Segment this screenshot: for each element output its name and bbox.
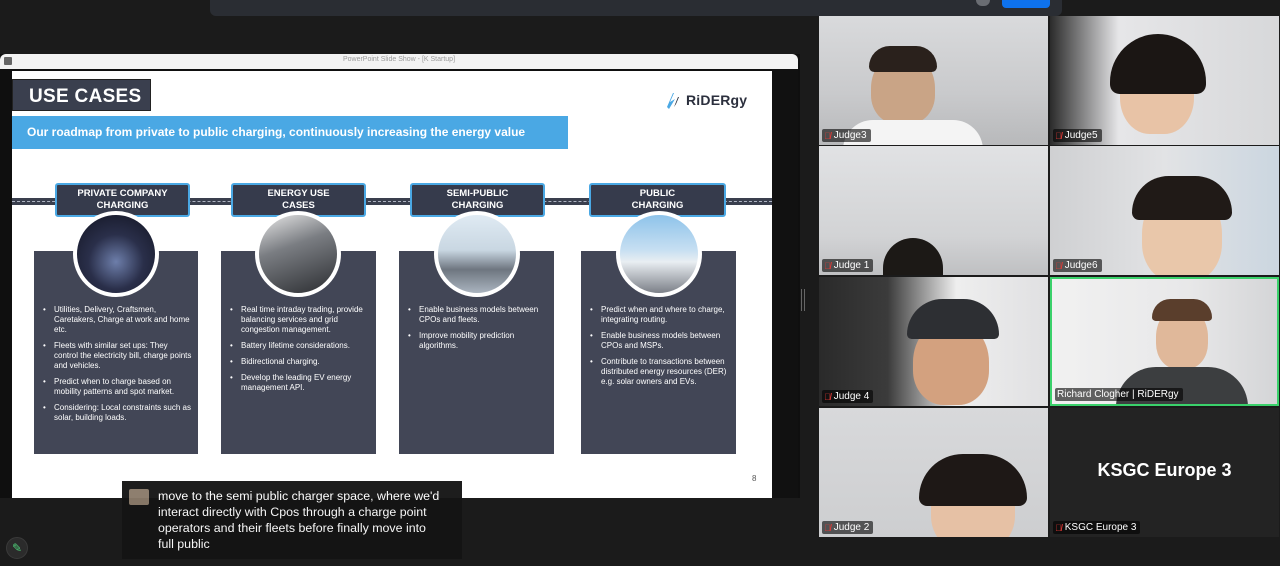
participant-name: 🎙̸ Judge 1 xyxy=(822,259,874,272)
participant-name-text: KSGC Europe 3 xyxy=(1064,522,1137,533)
participant-tile-judge3[interactable]: 🎙̸ Judge3 xyxy=(819,16,1048,145)
participant-tile-judge1[interactable]: 🎙̸ Judge 1 xyxy=(819,146,1048,275)
caption-line: interact directly with Cpos through a ch… xyxy=(158,505,427,519)
mic-muted-icon: 🎙̸ xyxy=(824,260,831,271)
presentation-slide: USE CASES RiDERgy Our roadmap from priva… xyxy=(12,71,772,498)
stage-label-line1: PRIVATE COMPANY xyxy=(77,188,168,199)
bullet: Develop the leading EV energy management… xyxy=(229,373,370,393)
shared-screen-margin xyxy=(772,69,798,498)
parking-lot-photo xyxy=(434,211,520,297)
stage-label-line1: ENERGY USE xyxy=(267,188,330,199)
participant-name: 🎙̸ Judge3 xyxy=(822,129,871,142)
meeting-window: PowerPoint Slide Show - [K Startup] USE … xyxy=(0,0,1280,566)
participant-name: 🎙̸ Judge 4 xyxy=(822,390,874,403)
shared-window-title: PowerPoint Slide Show - [K Startup] xyxy=(342,56,456,63)
bullet: Battery lifetime considerations. xyxy=(229,341,370,351)
power-grid-photo xyxy=(255,211,341,297)
video-off-display-name: KSGC Europe 3 xyxy=(1097,460,1232,480)
participant-tile-judge5[interactable]: 🎙̸ Judge5 xyxy=(1050,16,1279,145)
participant-name: Richard Clogher | RiDERgy xyxy=(1055,388,1183,401)
participant-name: 🎙̸ Judge6 xyxy=(1053,259,1102,272)
bullet: Considering: Local constraints such as s… xyxy=(42,403,192,423)
participant-name: 🎙̸ Judge5 xyxy=(1053,129,1102,142)
participant-hair xyxy=(1152,299,1212,321)
bullet: Improve mobility prediction algorithms. xyxy=(407,331,548,351)
mic-muted-icon: 🎙̸ xyxy=(1055,522,1062,533)
stage-label-line1: SEMI-PUBLIC xyxy=(446,188,509,199)
stage-label-line2: CHARGING xyxy=(96,200,149,211)
ridergy-logo-icon xyxy=(667,93,679,109)
stage-label-line2: CHARGING xyxy=(631,200,684,211)
participant-tile-ksgc-europe-3[interactable]: KSGC Europe 3 🎙̸ KSGC Europe 3 xyxy=(1050,408,1279,537)
splitter-handle[interactable] xyxy=(801,289,805,311)
toolbar-action-button[interactable] xyxy=(1002,0,1050,8)
participant-hair xyxy=(869,46,937,72)
bullet: Fleets with similar set ups: They contro… xyxy=(42,341,192,371)
caption-line: operators and their fleets before finall… xyxy=(158,521,426,535)
bullet: Predict when to charge based on mobility… xyxy=(42,377,192,397)
van-photo xyxy=(73,211,159,297)
slide-title: USE CASES xyxy=(29,86,142,107)
slide-title-box: USE CASES xyxy=(12,79,151,111)
participant-name-text: Judge 4 xyxy=(833,391,870,402)
stage-label-line2: CHARGING xyxy=(451,200,504,211)
participant-name-text: Richard Clogher | RiDERgy xyxy=(1057,389,1179,400)
roadmap-banner: Our roadmap from private to public charg… xyxy=(12,116,568,149)
mic-muted-icon: 🎙̸ xyxy=(824,522,831,533)
mic-muted-icon: 🎙̸ xyxy=(824,130,831,141)
participant-name-text: Judge 1 xyxy=(833,260,870,271)
shared-window-titlebar: PowerPoint Slide Show - [K Startup] xyxy=(0,54,798,69)
bullet: Bidirectional charging. xyxy=(229,357,370,367)
pencil-icon[interactable]: ✎ xyxy=(6,537,28,559)
participant-name-text: Judge6 xyxy=(1064,260,1098,271)
participant-tile-judge6[interactable]: 🎙̸ Judge6 xyxy=(1050,146,1279,275)
participant-name: 🎙̸ KSGC Europe 3 xyxy=(1053,521,1141,534)
bullet: Predict when and where to charge, integr… xyxy=(589,305,730,325)
bullet: Utilities, Delivery, Craftsmen, Caretake… xyxy=(42,305,192,335)
bullet: Contribute to transactions between distr… xyxy=(589,357,730,387)
bullet: Real time intraday trading, provide bala… xyxy=(229,305,370,335)
caption-line: move to the semi public charger space, w… xyxy=(158,489,440,503)
participant-tile-judge4[interactable]: 🎙̸ Judge 4 xyxy=(819,277,1048,406)
live-caption: move to the semi public charger space, w… xyxy=(122,481,462,559)
logo-text: RiDERgy xyxy=(686,92,748,108)
participant-name-text: Judge 2 xyxy=(833,522,870,533)
stage-label-line1: PUBLIC xyxy=(639,188,676,199)
participant-tile-judge2[interactable]: 🎙̸ Judge 2 xyxy=(819,408,1048,537)
bullet: Enable business models between CPOs and … xyxy=(407,305,548,325)
top-toolbar xyxy=(210,0,1062,16)
charging-station-photo xyxy=(616,211,702,297)
banner-text: Our roadmap from private to public charg… xyxy=(27,125,526,139)
mic-muted-icon: 🎙̸ xyxy=(1055,260,1062,271)
caption-line: full public xyxy=(158,537,210,551)
speaker-avatar xyxy=(129,489,149,505)
participant-name-text: Judge5 xyxy=(1064,130,1098,141)
ridergy-logo: RiDERgy xyxy=(664,89,747,111)
mic-muted-icon: 🎙̸ xyxy=(1055,130,1062,141)
participant-tile-richard-clogher[interactable]: Richard Clogher | RiDERgy xyxy=(1050,277,1279,406)
mic-muted-icon: 🎙̸ xyxy=(824,391,831,402)
participant-name: 🎙̸ Judge 2 xyxy=(822,521,874,534)
toolbar-indicator[interactable] xyxy=(976,0,990,6)
participant-hair xyxy=(1132,176,1232,220)
participant-name-text: Judge3 xyxy=(833,130,867,141)
stage-label-line2: CASES xyxy=(282,200,315,211)
slide-page-number: 8 xyxy=(752,474,757,483)
bullet: Enable business models between CPOs and … xyxy=(589,331,730,351)
